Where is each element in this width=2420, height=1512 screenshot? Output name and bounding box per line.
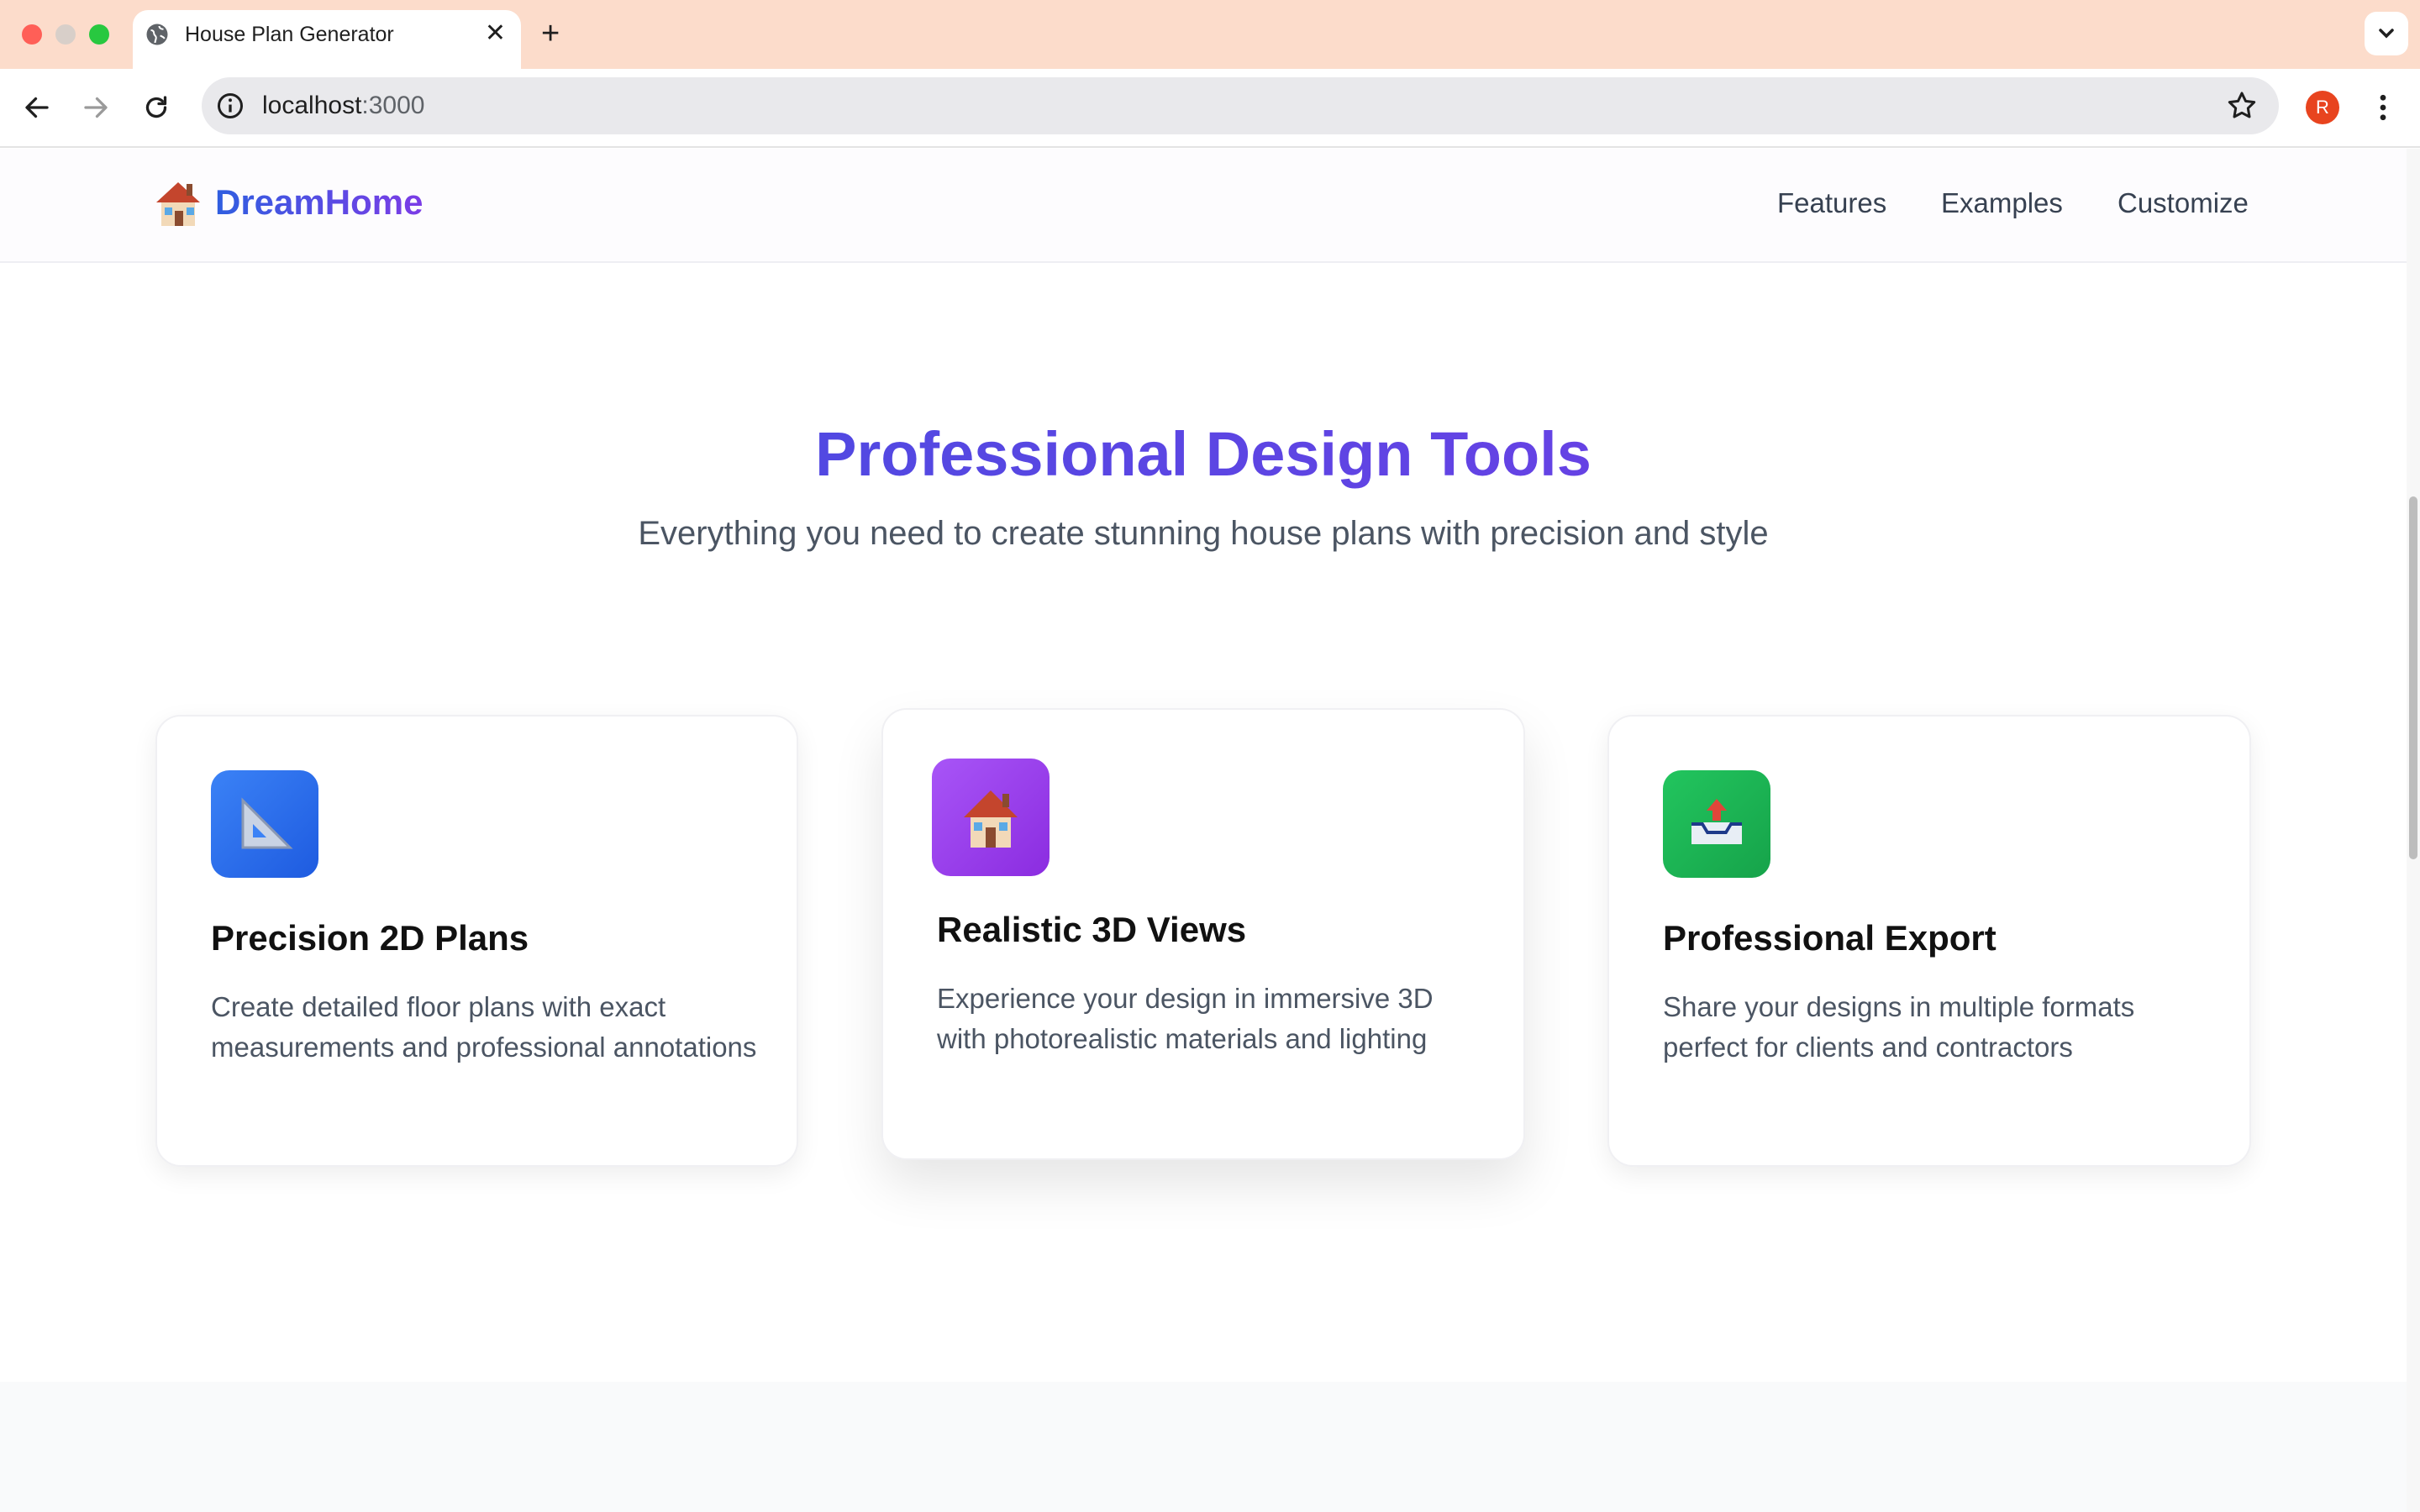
card-title: Realistic 3D Views bbox=[937, 910, 1247, 949]
section-subtitle: Everything you need to create stunning h… bbox=[638, 515, 1769, 552]
card-description: Experience your design in immersive 3D w… bbox=[937, 983, 1434, 1054]
minimize-window-button[interactable] bbox=[55, 24, 76, 45]
card-description: Share your designs in multiple formats p… bbox=[1663, 991, 2135, 1063]
profile-avatar[interactable]: R bbox=[2306, 91, 2339, 124]
logo-text: DreamHome bbox=[215, 182, 424, 222]
browser-toolbar: localhost:3000 R bbox=[0, 69, 2420, 148]
card-title: Precision 2D Plans bbox=[211, 918, 529, 958]
browser-tab[interactable]: House Plan Generator ✕ bbox=[133, 10, 521, 69]
page-scrollbar[interactable] bbox=[2407, 149, 2420, 1512]
site-info-icon[interactable] bbox=[215, 91, 245, 121]
next-section-background bbox=[0, 1382, 2407, 1512]
maximize-window-button[interactable] bbox=[89, 24, 109, 45]
chevron-down-icon bbox=[2379, 29, 2394, 39]
scrollbar-thumb[interactable] bbox=[2409, 496, 2417, 859]
tab-close-icon[interactable]: ✕ bbox=[485, 18, 506, 49]
card-description: Create detailed floor plans with exact m… bbox=[211, 991, 757, 1063]
card-icon-badge bbox=[932, 759, 1050, 876]
browser-tab-strip: House Plan Generator ✕ + bbox=[0, 0, 2420, 69]
card-icon-badge bbox=[211, 770, 318, 878]
card-title: Professional Export bbox=[1663, 918, 1996, 958]
section-title: Professional Design Tools bbox=[0, 412, 2407, 496]
new-tab-button[interactable]: + bbox=[541, 17, 560, 50]
outbox-tray-icon bbox=[1691, 799, 1742, 844]
feature-card-3d-views[interactable]: Realistic 3D Views Experience your desig… bbox=[881, 708, 1525, 1160]
feature-card-2d-plans[interactable]: Precision 2D Plans Create detailed floor… bbox=[155, 715, 798, 1167]
feature-card-export[interactable]: Professional Export Share your designs i… bbox=[1607, 715, 2251, 1167]
nav-examples[interactable]: Examples bbox=[1941, 187, 2063, 219]
triangle-ruler-icon bbox=[241, 797, 293, 849]
tab-search-button[interactable] bbox=[2365, 12, 2408, 55]
page-viewport: DreamHome Features Examples Customize Pr… bbox=[0, 149, 2407, 1512]
site-logo[interactable]: DreamHome bbox=[155, 177, 423, 228]
globe-icon bbox=[146, 24, 168, 45]
card-icon-badge bbox=[1663, 770, 1770, 878]
back-arrow-icon[interactable] bbox=[22, 92, 52, 123]
nav-features[interactable]: Features bbox=[1777, 187, 1886, 219]
site-header: DreamHome Features Examples Customize bbox=[0, 149, 2407, 263]
nav-customize[interactable]: Customize bbox=[2118, 187, 2249, 219]
forward-arrow-icon[interactable] bbox=[81, 92, 111, 123]
url-text[interactable]: localhost:3000 bbox=[262, 92, 424, 120]
address-bar[interactable]: localhost:3000 bbox=[202, 77, 2279, 134]
tab-title: House Plan Generator bbox=[185, 23, 394, 46]
more-menu-icon[interactable] bbox=[2368, 89, 2398, 126]
reload-icon[interactable] bbox=[141, 92, 171, 123]
house-icon bbox=[964, 790, 1018, 848]
close-window-button[interactable] bbox=[22, 24, 42, 45]
house-icon bbox=[156, 182, 200, 226]
bookmark-star-icon[interactable] bbox=[2225, 89, 2259, 123]
